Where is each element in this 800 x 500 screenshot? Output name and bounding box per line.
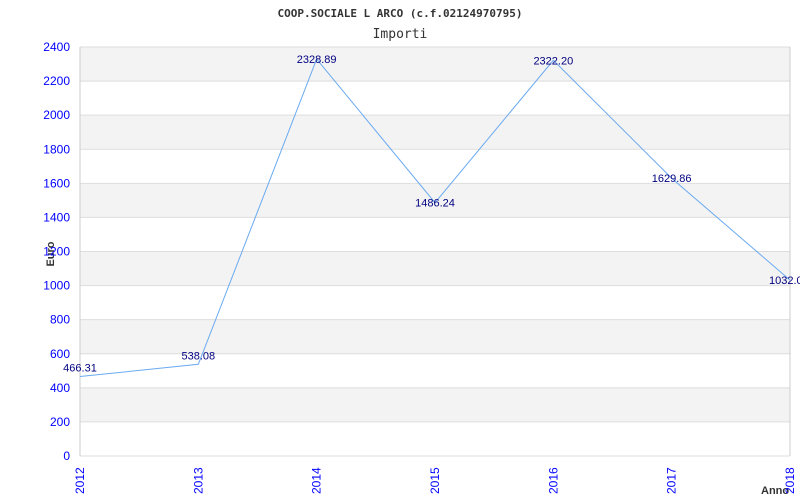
y-tick-label: 1200 [43, 245, 70, 259]
y-tick-labels: 0 200 400 600 800 1000 1200 1400 1600 1800 2000 220… [43, 40, 70, 463]
data-label: 538.08 [182, 350, 216, 362]
y-tick-label: 600 [50, 347, 70, 361]
y-tick-label: 1800 [43, 142, 70, 156]
data-label: 2322.20 [533, 55, 573, 67]
grid-band [80, 251, 790, 286]
x-tick-label: 2015 [428, 467, 442, 494]
y-tick-label: 800 [50, 313, 70, 327]
data-label: 1032.0 [769, 275, 800, 287]
x-tick-label: 2017 [665, 467, 679, 494]
grid-band [80, 387, 790, 422]
x-tick-label: 2012 [73, 467, 87, 494]
y-tick-label: 1400 [43, 210, 70, 224]
data-label: 1486.24 [415, 198, 455, 210]
grid-band [80, 115, 790, 150]
y-tick-label: 1600 [43, 176, 70, 190]
y-tick-label: 2200 [43, 74, 70, 88]
y-tick-label: 0 [63, 449, 70, 463]
x-tick-labels: 2012 2013 2014 2015 2016 2017 2018 [73, 467, 797, 494]
grid-band [80, 47, 790, 82]
x-tick-label: 2018 [783, 467, 797, 494]
y-tick-label: 200 [50, 415, 70, 429]
y-tick-label: 2000 [43, 108, 70, 122]
data-label: 466.31 [63, 363, 97, 375]
data-label: 2328.89 [297, 54, 337, 66]
grid-band [80, 319, 790, 354]
line-chart: COOP.SOCIALE L ARCO (c.f.02124970795) Im… [43, 7, 800, 497]
x-tick-label: 2016 [546, 467, 560, 494]
data-label: 1629.86 [652, 173, 692, 185]
y-tick-label: 1000 [43, 279, 70, 293]
x-tick-label: 2013 [191, 467, 205, 494]
chart-subtitle: Importi [373, 27, 428, 42]
x-tick-label: 2014 [310, 467, 324, 494]
y-tick-label: 400 [50, 381, 70, 395]
y-tick-label: 2400 [43, 40, 70, 54]
chart-title: COOP.SOCIALE L ARCO (c.f.02124970795) [277, 7, 522, 20]
